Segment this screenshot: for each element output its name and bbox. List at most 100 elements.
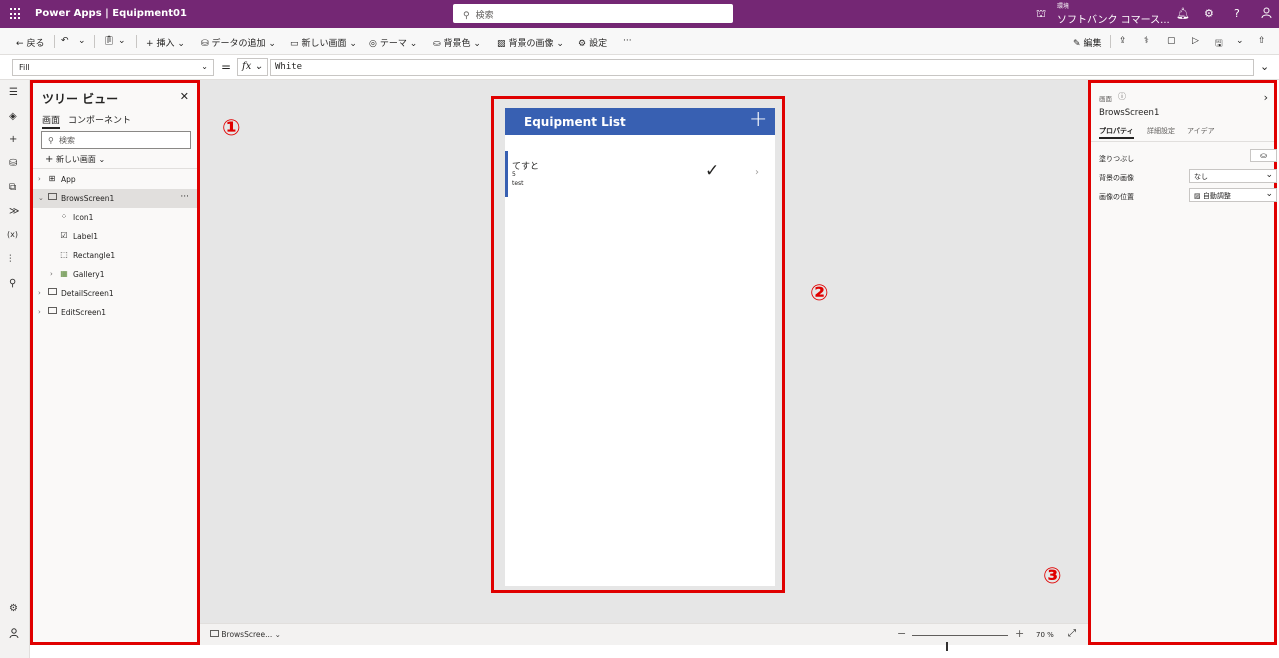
share-icon[interactable]: ⇪	[1119, 36, 1127, 46]
chevron-right-icon[interactable]: ›	[50, 270, 53, 278]
undo-button[interactable]: ↶	[61, 36, 69, 46]
play-icon[interactable]: ▷	[1192, 36, 1199, 46]
callout-3: ③	[1043, 564, 1062, 589]
image-icon: ▨	[1194, 192, 1201, 200]
save-icon[interactable]: 🖫︎	[1215, 36, 1223, 52]
tab-properties[interactable]: プロパティ	[1099, 126, 1134, 139]
paint-bucket-icon: ⛀	[1260, 151, 1267, 160]
app-screen-preview[interactable]: Equipment List + てすと 5 test ✓ ›	[505, 108, 775, 586]
tree-item-browsscreen1[interactable]: ⌄ BrowsScreen1 ···	[33, 189, 197, 208]
search-icon[interactable]: ⚲	[9, 278, 16, 289]
app-checker-icon[interactable]: ⚕	[1144, 36, 1149, 46]
settings-button[interactable]: ⚙ 設定	[578, 36, 607, 49]
tree-search-input[interactable]: ⚲ 検索	[41, 131, 191, 149]
zoom-slider[interactable]	[912, 635, 1008, 651]
background-image-label: 背景の画像	[1099, 174, 1134, 182]
power-automate-icon[interactable]: ≫	[9, 206, 19, 217]
user-icon[interactable]	[9, 628, 19, 641]
fx-button[interactable]: fx ⌄	[237, 58, 268, 76]
comments-icon[interactable]: ▢	[1167, 36, 1176, 46]
app-launcher-icon[interactable]	[10, 8, 22, 20]
control-type-label: 画面	[1099, 95, 1112, 103]
database-icon[interactable]: ⛁	[9, 158, 17, 169]
variables-icon[interactable]: (x)	[7, 230, 18, 239]
chevron-down-icon[interactable]: ⌄	[1260, 60, 1269, 73]
chevron-down-icon: ⌄	[274, 630, 281, 639]
add-icon[interactable]: +	[749, 109, 767, 131]
background-image-button[interactable]: ▨ 背景の画像 ⌄	[497, 36, 564, 49]
more-options-icon[interactable]: ···	[180, 192, 189, 202]
tab-screens[interactable]: 画面	[42, 113, 61, 129]
bell-icon[interactable]: 🔔︎	[1176, 7, 1190, 20]
gear-icon[interactable]: ⚙	[1204, 7, 1214, 20]
chevron-right-icon[interactable]: ›	[38, 308, 41, 316]
tree-item-label1[interactable]: ☑ Label1	[33, 227, 197, 246]
new-screen-button[interactable]: + 新しい画面 ⌄	[45, 154, 105, 165]
image-position-dropdown[interactable]: ▨ 自動調整 ⌄	[1189, 188, 1277, 202]
fullscreen-icon[interactable]: ⤢	[1068, 628, 1076, 639]
chevron-right-icon[interactable]: ›	[38, 289, 41, 297]
environment-icon[interactable]: ⛫	[1036, 7, 1046, 22]
theme-button[interactable]: ◎ テーマ ⌄	[369, 36, 417, 49]
edit-button[interactable]: ✎ 編集	[1073, 36, 1102, 49]
close-icon[interactable]: ✕	[180, 90, 189, 103]
gear-icon[interactable]: ⚙	[9, 603, 18, 614]
gallery-item[interactable]: てすと 5 test ✓ ›	[505, 151, 775, 197]
environment-name[interactable]: ソフトバンク コマース...	[1057, 11, 1170, 26]
zoom-out-button[interactable]: −	[897, 627, 906, 640]
save-dropdown[interactable]: ⌄	[1236, 36, 1244, 46]
layers-icon[interactable]: ◈	[9, 111, 17, 122]
add-data-button[interactable]: ⛁ データの追加 ⌄	[201, 36, 276, 49]
chevron-down-icon: ⌄	[78, 36, 86, 46]
clipboard-icon: 📋︎	[103, 36, 115, 46]
insert-button[interactable]: + 挿入 ⌄	[146, 36, 185, 49]
screen-selector[interactable]: BrowsScree... ⌄	[210, 630, 281, 639]
environment-label: 環境	[1057, 3, 1070, 10]
fill-color-picker[interactable]: ⛀	[1250, 149, 1277, 162]
back-arrow-icon: ←	[16, 39, 24, 49]
tree-item-rectangle1[interactable]: ⬚ Rectangle1	[33, 246, 197, 265]
tree-item-app[interactable]: › ⊞ App	[33, 170, 197, 189]
tree-item-detailscreen1[interactable]: › DetailScreen1	[33, 284, 197, 303]
help-icon[interactable]: ?	[1234, 7, 1240, 20]
tab-components[interactable]: コンポーネント	[68, 113, 131, 126]
zoom-slider-thumb[interactable]	[946, 642, 948, 651]
property-dropdown[interactable]: Fill ⌄	[12, 59, 214, 76]
chevron-down-icon[interactable]: ⌄	[38, 194, 44, 202]
media-icon[interactable]: ⧉	[9, 182, 16, 193]
new-screen-button[interactable]: ▭ 新しい画面 ⌄	[290, 36, 357, 49]
tree-item-gallery1[interactable]: › ▦ Gallery1	[33, 265, 197, 284]
gallery-control-icon: ▦	[60, 269, 68, 278]
chevron-right-icon[interactable]: ›	[1264, 91, 1268, 104]
screen-icon	[47, 307, 57, 317]
tools-icon[interactable]: ⫶	[9, 254, 12, 265]
paste-dropdown[interactable]: ⌄	[118, 36, 126, 46]
plus-icon[interactable]: +	[9, 134, 17, 145]
chevron-down-icon: ⌄	[201, 62, 208, 71]
zoom-value: 70 %	[1036, 631, 1054, 639]
fill-label: 塗りつぶし	[1099, 155, 1135, 163]
chevron-right-icon[interactable]: ›	[755, 167, 759, 178]
publish-icon[interactable]: ⇧	[1258, 36, 1266, 46]
equals-sign: =	[221, 60, 232, 74]
tab-advanced[interactable]: 詳細設定	[1147, 126, 1175, 136]
hamburger-icon[interactable]: ☰	[9, 87, 18, 98]
chevron-right-icon[interactable]: ›	[38, 175, 41, 183]
global-search-input[interactable]: ⚲ 検索	[453, 4, 733, 23]
chevron-down-icon: ⌄	[1265, 170, 1273, 180]
undo-dropdown[interactable]: ⌄	[78, 36, 86, 46]
background-color-button[interactable]: ⛀ 背景色 ⌄	[433, 36, 481, 49]
paste-button[interactable]: 📋︎	[103, 36, 114, 46]
back-button[interactable]: ← 戻る	[16, 36, 45, 49]
tree-item-icon1[interactable]: ⁘ Icon1	[33, 208, 197, 227]
zoom-in-button[interactable]: +	[1015, 627, 1024, 640]
user-icon[interactable]	[1261, 7, 1272, 21]
more-commands-button[interactable]: ···	[623, 36, 632, 46]
help-icon[interactable]: ⓘ	[1118, 91, 1126, 102]
formula-input[interactable]: White	[270, 59, 1254, 76]
background-image-dropdown[interactable]: なし ⌄	[1189, 169, 1277, 183]
tree-item-editscreen1[interactable]: › EditScreen1	[33, 303, 197, 322]
callout-2: ②	[810, 281, 829, 306]
gallery-item-subtitle: 5	[512, 171, 516, 178]
tab-ideas[interactable]: アイデア	[1187, 126, 1215, 136]
